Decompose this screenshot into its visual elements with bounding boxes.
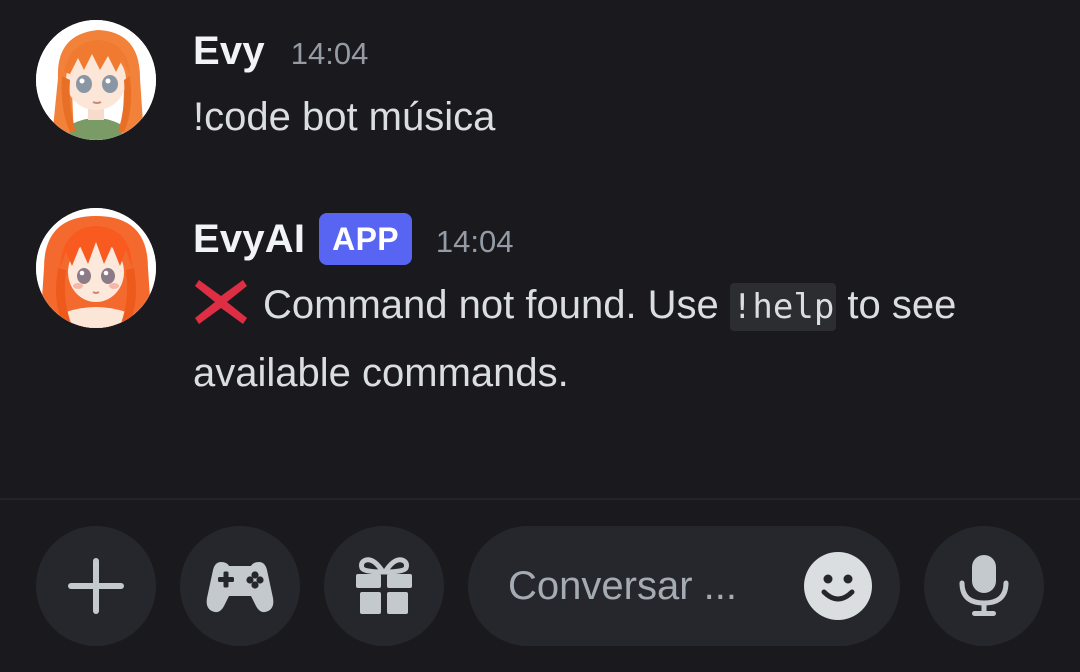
inline-code: !help: [729, 283, 837, 331]
avatar-evyai-image: [36, 208, 156, 328]
avatar-evy[interactable]: [36, 20, 156, 140]
plus-icon: [68, 558, 124, 614]
username[interactable]: Evy: [193, 29, 265, 74]
gift-button[interactable]: [324, 526, 444, 646]
message-list: Evy 14:04 !code bot música EvyAI APP 14:…: [0, 0, 1080, 498]
timestamp: 14:04: [290, 36, 369, 71]
message-content: EvyAI APP 14:04 Command not found. Use !…: [193, 206, 1053, 406]
gamepad-icon: [206, 562, 274, 613]
message-content: Evy 14:04 !code bot música: [193, 18, 1053, 150]
app-badge: APP: [319, 213, 412, 265]
timestamp: 14:04: [435, 224, 514, 259]
message-text: Command not found. Use !help to see avai…: [193, 272, 1053, 406]
smiley-icon: [821, 574, 855, 602]
message-text: !code bot música: [193, 95, 496, 139]
message-header: EvyAI APP 14:04: [193, 206, 1053, 272]
message-input-placeholder: Conversar ...: [508, 564, 737, 608]
message-text-before: Command not found. Use: [263, 283, 719, 327]
gift-icon: [356, 557, 412, 614]
message-header: Evy 14:04: [193, 18, 1053, 84]
microphone-icon: [959, 555, 1009, 616]
add-attachment-button[interactable]: [36, 526, 156, 646]
username[interactable]: EvyAI: [193, 217, 305, 262]
voice-message-button[interactable]: [924, 526, 1044, 646]
cross-mark-icon: [193, 276, 249, 328]
emoji-button[interactable]: [804, 552, 872, 620]
activities-button[interactable]: [180, 526, 300, 646]
avatar-evyai[interactable]: [36, 208, 156, 328]
message-input[interactable]: Conversar ...: [468, 526, 900, 646]
avatar-evy-image: [36, 20, 156, 140]
message-composer: Conversar ...: [0, 500, 1080, 672]
